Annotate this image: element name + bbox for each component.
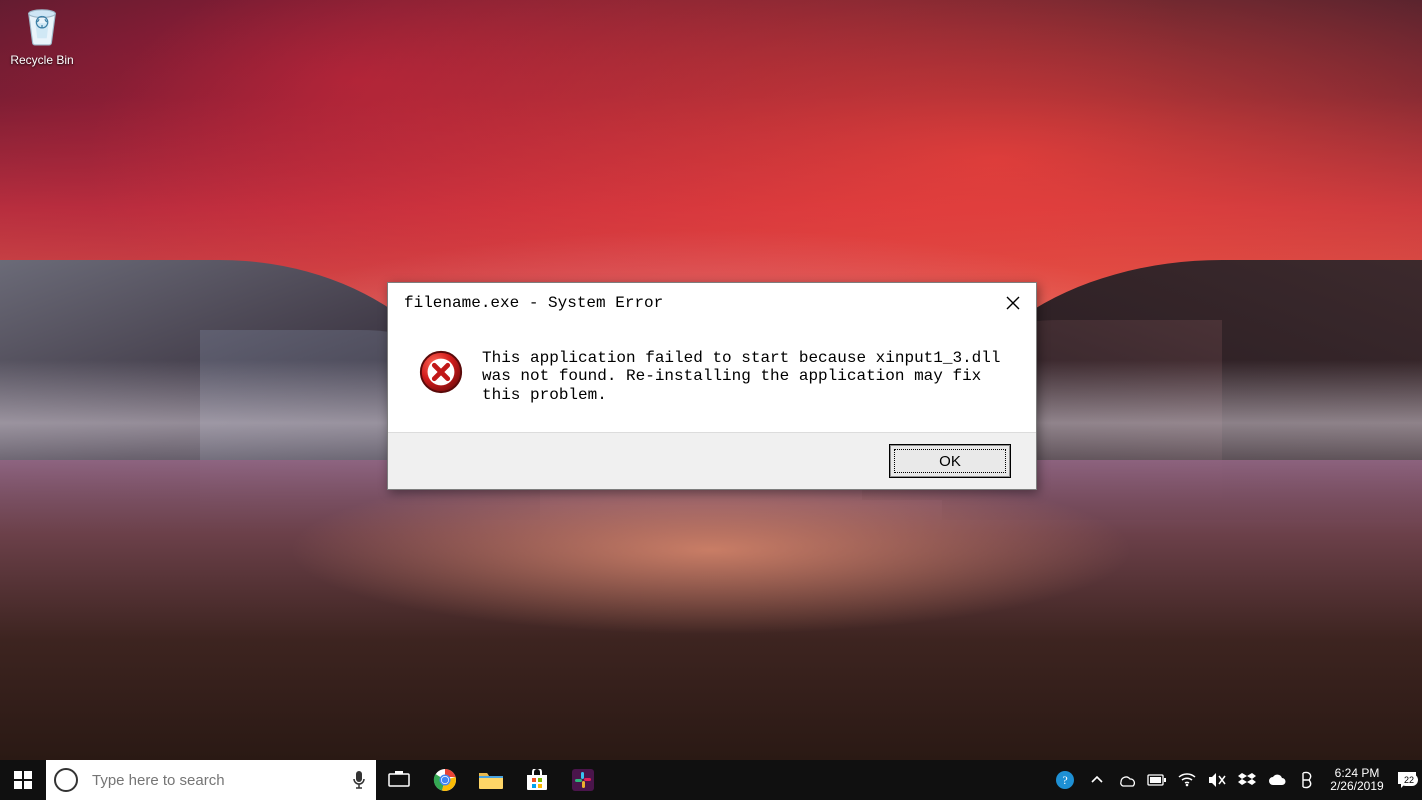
- taskbar-item-slack[interactable]: [560, 760, 606, 800]
- notification-badge: 22: [1400, 774, 1418, 786]
- taskbar-spacer: [606, 760, 1048, 800]
- slack-icon: [572, 769, 594, 791]
- action-center-button[interactable]: 22: [1392, 771, 1422, 789]
- error-icon: [418, 349, 464, 395]
- volume-mute-icon: [1208, 772, 1226, 788]
- taskbar-item-ms-store[interactable]: [514, 760, 560, 800]
- dialog-titlebar[interactable]: filename.exe - System Error: [388, 283, 1036, 323]
- device-icon: [1299, 771, 1315, 789]
- tray-item-wifi[interactable]: [1172, 773, 1202, 787]
- taskbar-item-chrome[interactable]: [422, 760, 468, 800]
- taskbar-clock[interactable]: 6:24 PM 2/26/2019: [1322, 767, 1392, 793]
- tray-item-get-help[interactable]: ?: [1048, 770, 1082, 790]
- tray-overflow-button[interactable]: [1082, 774, 1112, 786]
- tray-item-volume-muted[interactable]: [1202, 772, 1232, 788]
- tray-item-battery[interactable]: [1142, 774, 1172, 786]
- dialog-footer: OK: [388, 432, 1036, 489]
- chrome-icon: [433, 768, 457, 792]
- wifi-icon: [1178, 773, 1196, 787]
- clock-date: 2/26/2019: [1330, 780, 1383, 793]
- dropbox-icon: [1238, 772, 1256, 788]
- cloud-icon: [1267, 773, 1287, 787]
- close-icon: [1006, 296, 1020, 310]
- taskbar-search[interactable]: [46, 760, 376, 800]
- file-explorer-icon: [478, 770, 504, 790]
- store-icon: [525, 769, 549, 791]
- system-tray: ?: [1048, 760, 1422, 800]
- ok-button[interactable]: OK: [890, 445, 1010, 477]
- tray-item-cloud[interactable]: [1262, 773, 1292, 787]
- tray-item-onedrive-sync[interactable]: [1112, 773, 1142, 787]
- desktop[interactable]: Recycle Bin filename.exe - System Error: [0, 0, 1422, 800]
- chevron-up-icon: [1091, 774, 1103, 786]
- svg-text:?: ?: [1062, 773, 1067, 787]
- wallpaper-shape: [0, 460, 1422, 760]
- taskbar: ?: [0, 760, 1422, 800]
- taskbar-item-task-view[interactable]: [376, 760, 422, 800]
- microphone-icon[interactable]: [352, 770, 366, 790]
- tray-item-device[interactable]: [1292, 771, 1322, 789]
- dialog-title-text: filename.exe - System Error: [404, 294, 663, 312]
- search-input[interactable]: [90, 771, 344, 790]
- taskbar-item-file-explorer[interactable]: [468, 760, 514, 800]
- dialog-message: This application failed to start because…: [482, 349, 1002, 404]
- task-view-icon: [388, 771, 410, 789]
- cortana-icon: [54, 768, 78, 792]
- dialog-close-button[interactable]: [990, 283, 1036, 323]
- desktop-icon-label: Recycle Bin: [6, 53, 78, 67]
- windows-logo-icon: [14, 771, 32, 789]
- system-error-dialog: filename.exe - System Error: [387, 282, 1037, 490]
- sync-icon: [1118, 773, 1136, 787]
- recycle-bin-icon: [23, 4, 61, 46]
- tray-item-dropbox[interactable]: [1232, 772, 1262, 788]
- battery-icon: [1147, 774, 1167, 786]
- start-button[interactable]: [0, 760, 46, 800]
- help-icon: ?: [1055, 770, 1075, 790]
- desktop-icon-recycle-bin[interactable]: Recycle Bin: [6, 4, 78, 67]
